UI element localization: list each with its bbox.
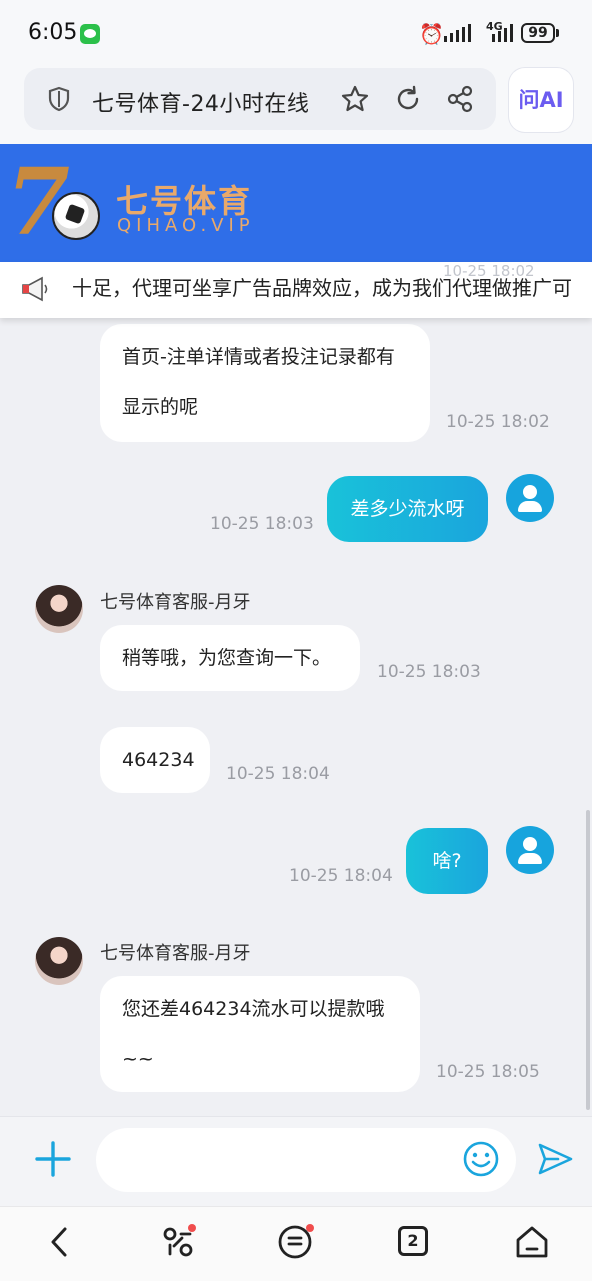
ask-ai-button[interactable]: 问AI	[509, 68, 573, 132]
agent-avatar	[35, 585, 83, 633]
shield-icon[interactable]	[48, 86, 70, 112]
star-bookmark-icon[interactable]	[340, 84, 370, 114]
brand-domain: QIHAO.VIP	[117, 215, 255, 236]
notification-dot	[306, 1224, 314, 1232]
user-avatar	[506, 826, 554, 874]
page-title[interactable]: 七号体育-24小时在线	[92, 86, 309, 118]
plus-icon[interactable]	[34, 1140, 72, 1178]
message-input[interactable]	[96, 1128, 516, 1192]
user-message-bubble: 啥?	[406, 828, 488, 894]
agent-avatar	[35, 937, 83, 985]
message-text-line: 您还差464234流水可以提款哦	[122, 998, 385, 1020]
signal-strength-icon	[444, 24, 471, 42]
agent-message-bubble: 您还差464234流水可以提款哦 ~~	[100, 976, 420, 1092]
emoji-icon[interactable]	[462, 1140, 500, 1178]
home-icon[interactable]	[514, 1224, 550, 1260]
message-text-line: 首页-注单详情或者投注记录都有	[122, 346, 395, 368]
agent-name: 七号体育客服-月牙	[100, 592, 251, 613]
wechat-notification-icon	[80, 24, 100, 44]
message-text-line: 显示的呢	[122, 396, 199, 418]
megaphone-icon	[22, 276, 48, 302]
agent-name: 七号体育客服-月牙	[100, 943, 251, 964]
announcement-text: 十足，代理可坐享广告品牌效应，成为我们代理做推广可	[72, 276, 572, 300]
user-avatar	[506, 474, 554, 522]
reload-icon[interactable]	[394, 85, 422, 113]
signal-strength-4g-icon	[492, 24, 513, 42]
send-icon[interactable]	[536, 1142, 574, 1176]
message-text-line: ~~	[122, 1048, 154, 1070]
message-timestamp: 10-25 18:02	[446, 412, 550, 432]
agent-message-bubble: 464234	[100, 727, 210, 793]
battery-tip	[556, 29, 559, 37]
user-message-bubble: 差多少流水呀	[327, 476, 488, 542]
alarm-icon: ⏰	[419, 22, 444, 46]
message-timestamp: 10-25 18:03	[377, 662, 481, 682]
status-time: 6:05	[28, 20, 78, 45]
message-timestamp: 10-25 18:05	[436, 1062, 540, 1082]
message-timestamp: 10-25 18:04	[289, 866, 393, 886]
battery-icon: 99	[521, 23, 555, 43]
back-arrow-icon[interactable]	[42, 1224, 78, 1260]
notification-dot	[188, 1224, 196, 1232]
share-icon[interactable]	[446, 85, 474, 113]
tabs-count-button[interactable]: 2	[398, 1226, 428, 1256]
message-timestamp: 10-25 18:04	[226, 764, 330, 784]
agent-message-bubble: 稍等哦，为您查询一下。	[100, 625, 360, 691]
agent-message-bubble: 首页-注单详情或者投注记录都有 显示的呢	[100, 324, 430, 442]
message-timestamp: 10-25 18:03	[210, 514, 314, 534]
scrollbar-thumb[interactable]	[586, 810, 590, 1110]
soccer-ball-icon	[52, 192, 100, 240]
